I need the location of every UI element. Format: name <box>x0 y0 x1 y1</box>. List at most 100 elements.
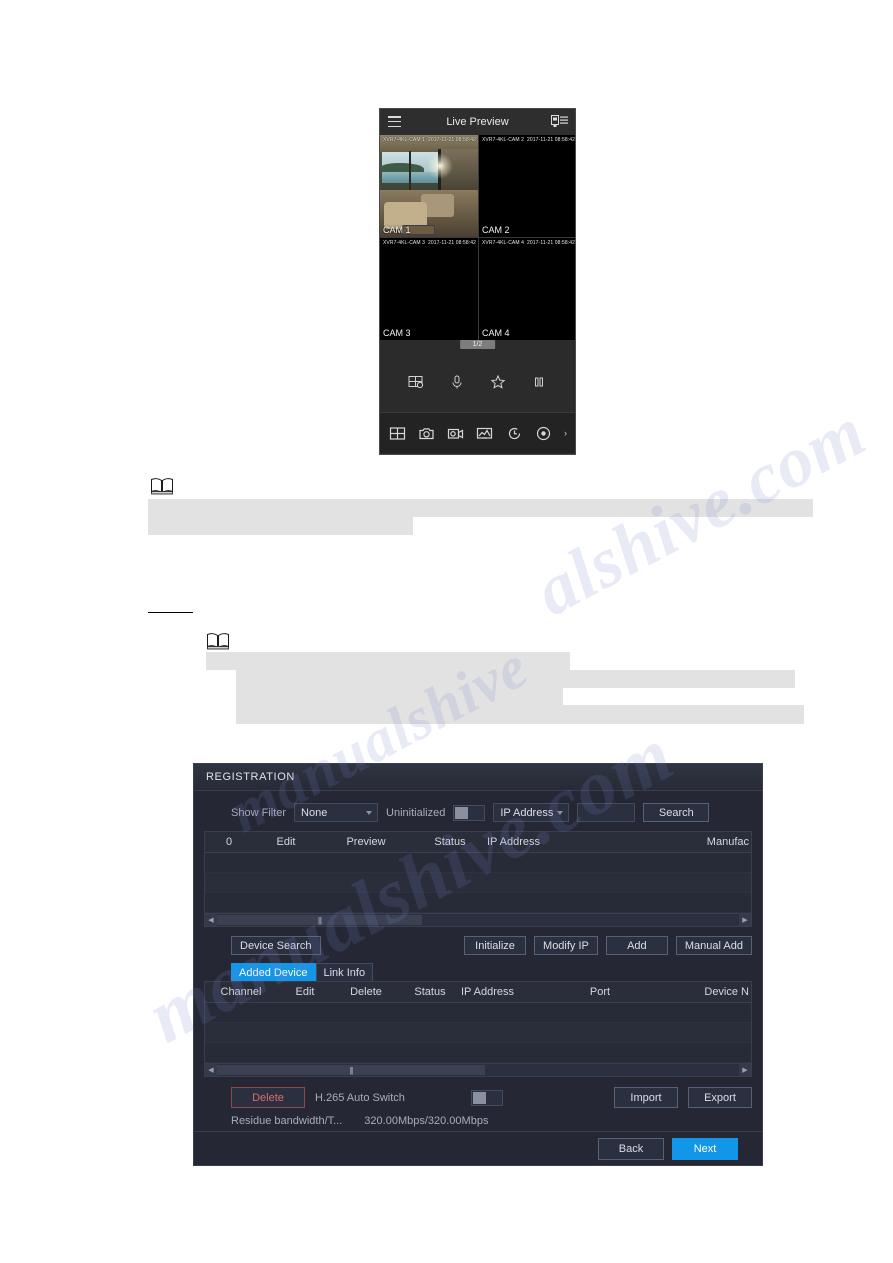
table-row[interactable] <box>205 1023 751 1043</box>
toggle-knob <box>455 806 469 819</box>
snapshot-camera-icon[interactable] <box>417 424 435 442</box>
search-input[interactable] <box>577 803 636 822</box>
table-row[interactable] <box>205 853 751 873</box>
channel-label-1: CAM 1 <box>383 225 411 235</box>
export-button[interactable]: Export <box>688 1087 752 1108</box>
secondary-toolbar: › <box>380 412 575 453</box>
camera-scene-1 <box>380 135 478 237</box>
next-button[interactable]: Next <box>672 1137 738 1160</box>
image-playback-icon[interactable] <box>476 424 494 442</box>
manual-add-button[interactable]: Manual Add <box>675 936 752 955</box>
app-header: Live Preview <box>380 109 575 135</box>
redacted-text-block <box>206 652 570 670</box>
device-tabs: Added Device Link Info <box>204 963 752 981</box>
video-cell-2[interactable]: XVR7-4KL-CAM 2 2017-11-21 08:58:42 CAM 2 <box>479 135 575 237</box>
video-cell-3[interactable]: XVR7-4KL-CAM 3 2017-11-21 08:58:42 CAM 3 <box>380 238 478 340</box>
show-filter-select[interactable]: None <box>294 803 379 822</box>
channel-label-2: CAM 2 <box>482 225 510 235</box>
split-screen-icon[interactable] <box>407 373 425 391</box>
scroll-right-arrow[interactable]: ▶ <box>739 1064 751 1076</box>
redacted-text-block <box>236 670 795 688</box>
search-results-table: 0 Edit Preview Status IP Address Manufac… <box>204 831 752 927</box>
col-status: Status <box>434 836 466 848</box>
scroll-track[interactable]: ||| <box>217 1065 739 1075</box>
col-index: 0 <box>225 836 233 848</box>
col-ip-address: IP Address <box>487 836 540 848</box>
table-row[interactable] <box>205 1003 751 1023</box>
delete-button[interactable]: Delete <box>231 1087 305 1108</box>
col-delete: Delete <box>350 986 382 998</box>
scroll-right-arrow[interactable]: ▶ <box>739 914 751 926</box>
h265-auto-switch-label: H.265 Auto Switch <box>315 1091 405 1104</box>
col-ip-address: IP Address <box>461 986 514 998</box>
hamburger-icon[interactable] <box>388 116 401 127</box>
channel-label-4: CAM 4 <box>482 328 510 338</box>
scroll-thumb[interactable]: ||| <box>217 915 422 925</box>
modify-ip-button[interactable]: Modify IP <box>534 936 598 955</box>
col-port: Port <box>589 986 611 998</box>
app-title: Live Preview <box>446 116 509 128</box>
osd-time-1: 2017-11-21 08:58:42 <box>428 137 476 143</box>
toggle-knob <box>472 1091 486 1104</box>
pause-icon[interactable] <box>530 373 548 391</box>
added-table-header: Channel Edit Delete Status IP Address Po… <box>205 982 751 1003</box>
table-row[interactable] <box>205 1043 751 1063</box>
record-video-icon[interactable] <box>447 424 465 442</box>
book-note-icon-1 <box>150 477 174 500</box>
h265-auto-switch-toggle[interactable] <box>470 1089 503 1106</box>
col-edit: Edit <box>295 986 315 998</box>
scroll-left-arrow[interactable]: ◀ <box>205 1064 217 1076</box>
page-indicator-row: 1/2 <box>380 340 575 352</box>
device-search-button[interactable]: Device Search <box>231 936 321 955</box>
microphone-icon[interactable] <box>448 373 466 391</box>
redacted-text-block <box>148 517 413 535</box>
favorite-star-icon[interactable] <box>489 373 507 391</box>
registration-dialog: REGISTRATION Show Filter None Uninitiali… <box>193 763 763 1166</box>
col-edit: Edit <box>276 836 296 848</box>
residue-bandwidth-label: Residue bandwidth/T... <box>231 1115 343 1127</box>
osd-name-4: XVR7-4KL-CAM 4 <box>482 240 524 246</box>
ptz-target-icon[interactable] <box>535 424 553 442</box>
show-filter-value: None <box>301 806 328 819</box>
video-cell-1[interactable]: XVR7-4KL-CAM 1 2017-11-21 08:58:42 CAM 1 <box>380 135 478 237</box>
mobile-app-screenshot: Live Preview XVR7-4KL-CAM 1 2017-11-21 0… <box>379 108 576 455</box>
tab-added-device[interactable]: Added Device <box>231 963 316 981</box>
initialize-button[interactable]: Initialize <box>464 936 527 955</box>
video-cell-4[interactable]: XVR7-4KL-CAM 4 2017-11-21 08:58:42 CAM 4 <box>479 238 575 340</box>
scroll-thumb[interactable]: ||| <box>217 1065 485 1075</box>
chevron-down-icon <box>557 810 564 815</box>
import-button[interactable]: Import <box>614 1087 678 1108</box>
grid-view-icon[interactable] <box>388 424 406 442</box>
col-status: Status <box>414 986 446 998</box>
osd-name-3: XVR7-4KL-CAM 3 <box>383 240 425 246</box>
search-button[interactable]: Search <box>643 803 710 822</box>
added-table-body <box>205 1003 751 1063</box>
table-row[interactable] <box>205 873 751 893</box>
show-filter-label: Show Filter <box>231 806 287 819</box>
table-row[interactable] <box>205 893 751 913</box>
page-indicator: 1/2 <box>459 340 496 349</box>
search-type-value: IP Address <box>500 806 554 819</box>
col-channel: Channel <box>220 986 262 998</box>
added-devices-table: Channel Edit Delete Status IP Address Po… <box>204 981 752 1077</box>
filter-row: Show Filter None Uninitialized IP Addres… <box>204 791 752 822</box>
section-divider <box>148 612 193 613</box>
back-button[interactable]: Back <box>598 1137 664 1160</box>
dialog-title: REGISTRATION <box>194 764 762 791</box>
add-button[interactable]: Add <box>605 936 668 955</box>
tab-link-info[interactable]: Link Info <box>315 963 374 981</box>
uninitialized-toggle[interactable] <box>453 804 486 821</box>
history-clock-icon[interactable] <box>505 424 523 442</box>
device-search-row: Device Search Initialize Modify IP Add M… <box>204 936 752 955</box>
search-type-select[interactable]: IP Address <box>493 803 570 822</box>
search-table-hscrollbar[interactable]: ◀ ||| ▶ <box>205 913 751 926</box>
device-list-icon[interactable] <box>551 115 568 128</box>
osd-time-2: 2017-11-21 08:58:42 <box>527 137 575 143</box>
toolbar-more-icon[interactable]: › <box>564 428 567 438</box>
scroll-track[interactable]: ||| <box>217 915 739 925</box>
dialog-body: Show Filter None Uninitialized IP Addres… <box>194 791 762 1133</box>
scroll-left-arrow[interactable]: ◀ <box>205 914 217 926</box>
search-table-body <box>205 853 751 913</box>
residue-bandwidth-value: 320.00Mbps/320.00Mbps <box>364 1115 489 1127</box>
added-table-hscrollbar[interactable]: ◀ ||| ▶ <box>205 1063 751 1076</box>
